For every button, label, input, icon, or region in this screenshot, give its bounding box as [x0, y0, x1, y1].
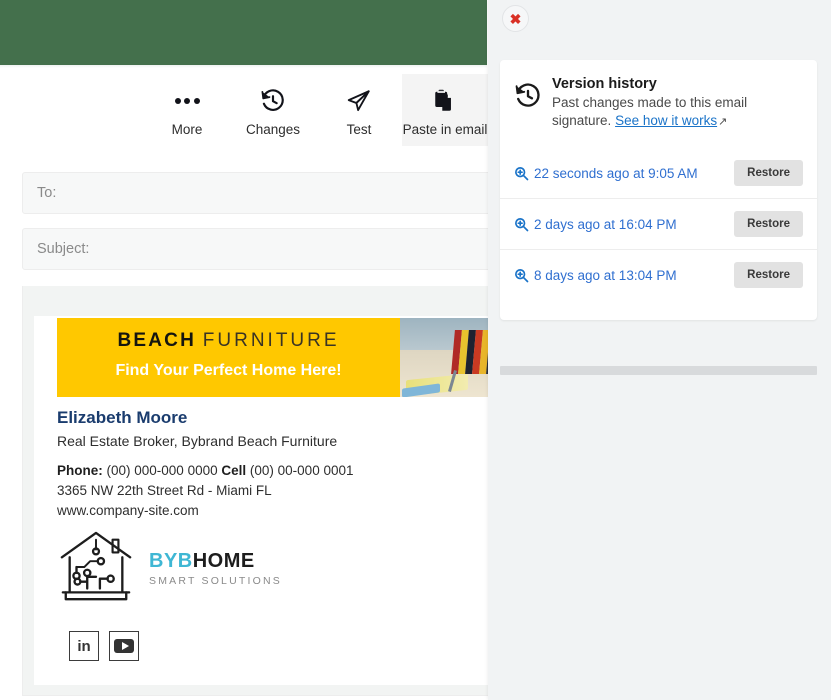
logo-brand-secondary: HOME [192, 549, 255, 572]
panel-scrollbar[interactable] [500, 366, 817, 375]
version-entry-2[interactable]: 8 days ago at 13:04 PM [514, 268, 677, 283]
see-how-it-works-label: See how it works [615, 113, 718, 129]
app-root: More Changes Test Paste in email To: Sub… [0, 0, 831, 700]
to-field[interactable]: To: [22, 172, 488, 214]
toolbar-button-more[interactable]: More [144, 74, 230, 146]
toolbar-button-changes[interactable]: Changes [230, 74, 316, 146]
header-shadow-edge [0, 65, 487, 68]
toolbar-label-changes: Changes [245, 122, 301, 137]
signature-preview[interactable]: BEACH FURNITURE Find Your Perfect Home H… [34, 316, 488, 685]
editor-top-band [23, 286, 488, 315]
subject-field[interactable]: Subject: [22, 228, 488, 270]
restore-button[interactable]: Restore [734, 160, 803, 187]
clipboard-paste-icon [432, 86, 458, 116]
signature-phone-line: Phone: (00) 000-000 0000 Cell (00) 00-00… [57, 463, 488, 478]
version-history-text-block: Version history Past changes made to thi… [552, 76, 801, 130]
magnifier-plus-icon [514, 166, 529, 181]
youtube-glyph [114, 639, 134, 653]
toolbar-label-test: Test [346, 122, 372, 137]
history-clock-icon [514, 76, 544, 130]
toolbar-label-more: More [171, 122, 203, 137]
cell-value: (00) 00-000 0001 [249, 463, 354, 478]
version-list: 22 seconds ago at 9:05 AM Restore 2 days… [500, 148, 817, 300]
banner-title-strong: BEACH [117, 330, 196, 351]
logo-brand-primary: BYB [149, 549, 193, 572]
app-header-bar [0, 0, 487, 65]
external-link-icon: ↗ [718, 116, 728, 129]
restore-button[interactable]: Restore [734, 262, 803, 289]
cell-label: Cell [221, 463, 247, 478]
version-row: 2 days ago at 16:04 PM Restore [500, 199, 817, 251]
version-timestamp: 2 days ago at 16:04 PM [534, 216, 677, 232]
linkedin-glyph: in [77, 637, 91, 655]
paper-plane-icon [346, 86, 372, 116]
signature-name: Elizabeth Moore [57, 408, 188, 427]
signature-website: www.company-site.com [57, 503, 199, 518]
history-clock-icon [260, 86, 286, 116]
ellipsis-icon [174, 86, 200, 116]
version-row: 8 days ago at 13:04 PM Restore [500, 250, 817, 300]
toolbar-button-paste-in-email[interactable]: Paste in email [402, 74, 488, 146]
youtube-icon[interactable] [109, 631, 139, 661]
signature-logo: BYBHOME SMART SOLUTIONS [57, 528, 282, 608]
close-icon[interactable]: ✖ [502, 5, 529, 32]
version-entry-0[interactable]: 22 seconds ago at 9:05 AM [514, 166, 698, 181]
phone-value: (00) 000-000 0000 [106, 463, 218, 478]
panel-title: Version history [552, 76, 657, 92]
banner-subtitle: Find Your Perfect Home Here! [115, 362, 342, 379]
deck-chair [448, 330, 488, 392]
banner-title: BEACH FURNITURE [57, 330, 400, 352]
see-how-it-works-link[interactable]: See how it works [615, 113, 717, 128]
logo-brand-line: BYBHOME [149, 550, 255, 572]
to-field-label: To: [37, 185, 57, 201]
magnifier-plus-icon [514, 217, 529, 232]
toolbar-label-paste-in-email: Paste in email [402, 122, 488, 137]
version-row: 22 seconds ago at 9:05 AM Restore [500, 148, 817, 200]
signature-details: Elizabeth Moore Real Estate Broker, Bybr… [57, 408, 488, 523]
signature-address: 3365 NW 22th Street Rd - Miami FL [57, 483, 272, 498]
signature-editor-card: BEACH FURNITURE Find Your Perfect Home H… [22, 286, 488, 696]
toolbar-button-test[interactable]: Test [316, 74, 402, 146]
logo-wordmark: BYBHOME SMART SOLUTIONS [149, 550, 282, 587]
version-history-card: Version history Past changes made to thi… [500, 60, 817, 320]
phone-label: Phone: [57, 463, 103, 478]
panel-description: Past changes made to this email signatur… [552, 94, 801, 130]
signature-banner: BEACH FURNITURE Find Your Perfect Home H… [57, 318, 488, 397]
subject-field-label: Subject: [37, 241, 90, 257]
close-glyph: ✖ [509, 10, 522, 27]
restore-button[interactable]: Restore [734, 211, 803, 238]
version-timestamp: 8 days ago at 13:04 PM [534, 267, 677, 283]
signature-role: Real Estate Broker, Bybrand Beach Furnit… [57, 433, 338, 449]
version-history-panel: ✖ Version history Past changes made to t… [488, 0, 831, 700]
linkedin-icon[interactable]: in [69, 631, 99, 661]
smart-home-icon [57, 528, 135, 608]
email-editor-region: More Changes Test Paste in email To: Sub… [0, 0, 488, 700]
banner-text-area: BEACH FURNITURE Find Your Perfect Home H… [57, 318, 400, 397]
beach-photo [400, 318, 488, 397]
version-history-header: Version history Past changes made to thi… [500, 60, 817, 130]
magnifier-plus-icon [514, 268, 529, 283]
version-timestamp: 22 seconds ago at 9:05 AM [534, 165, 698, 181]
social-links: in [69, 631, 139, 661]
editor-toolbar: More Changes Test Paste in email [0, 74, 488, 146]
logo-tagline: SMART SOLUTIONS [149, 574, 282, 587]
version-entry-1[interactable]: 2 days ago at 16:04 PM [514, 217, 677, 232]
banner-title-light: FURNITURE [202, 330, 340, 351]
